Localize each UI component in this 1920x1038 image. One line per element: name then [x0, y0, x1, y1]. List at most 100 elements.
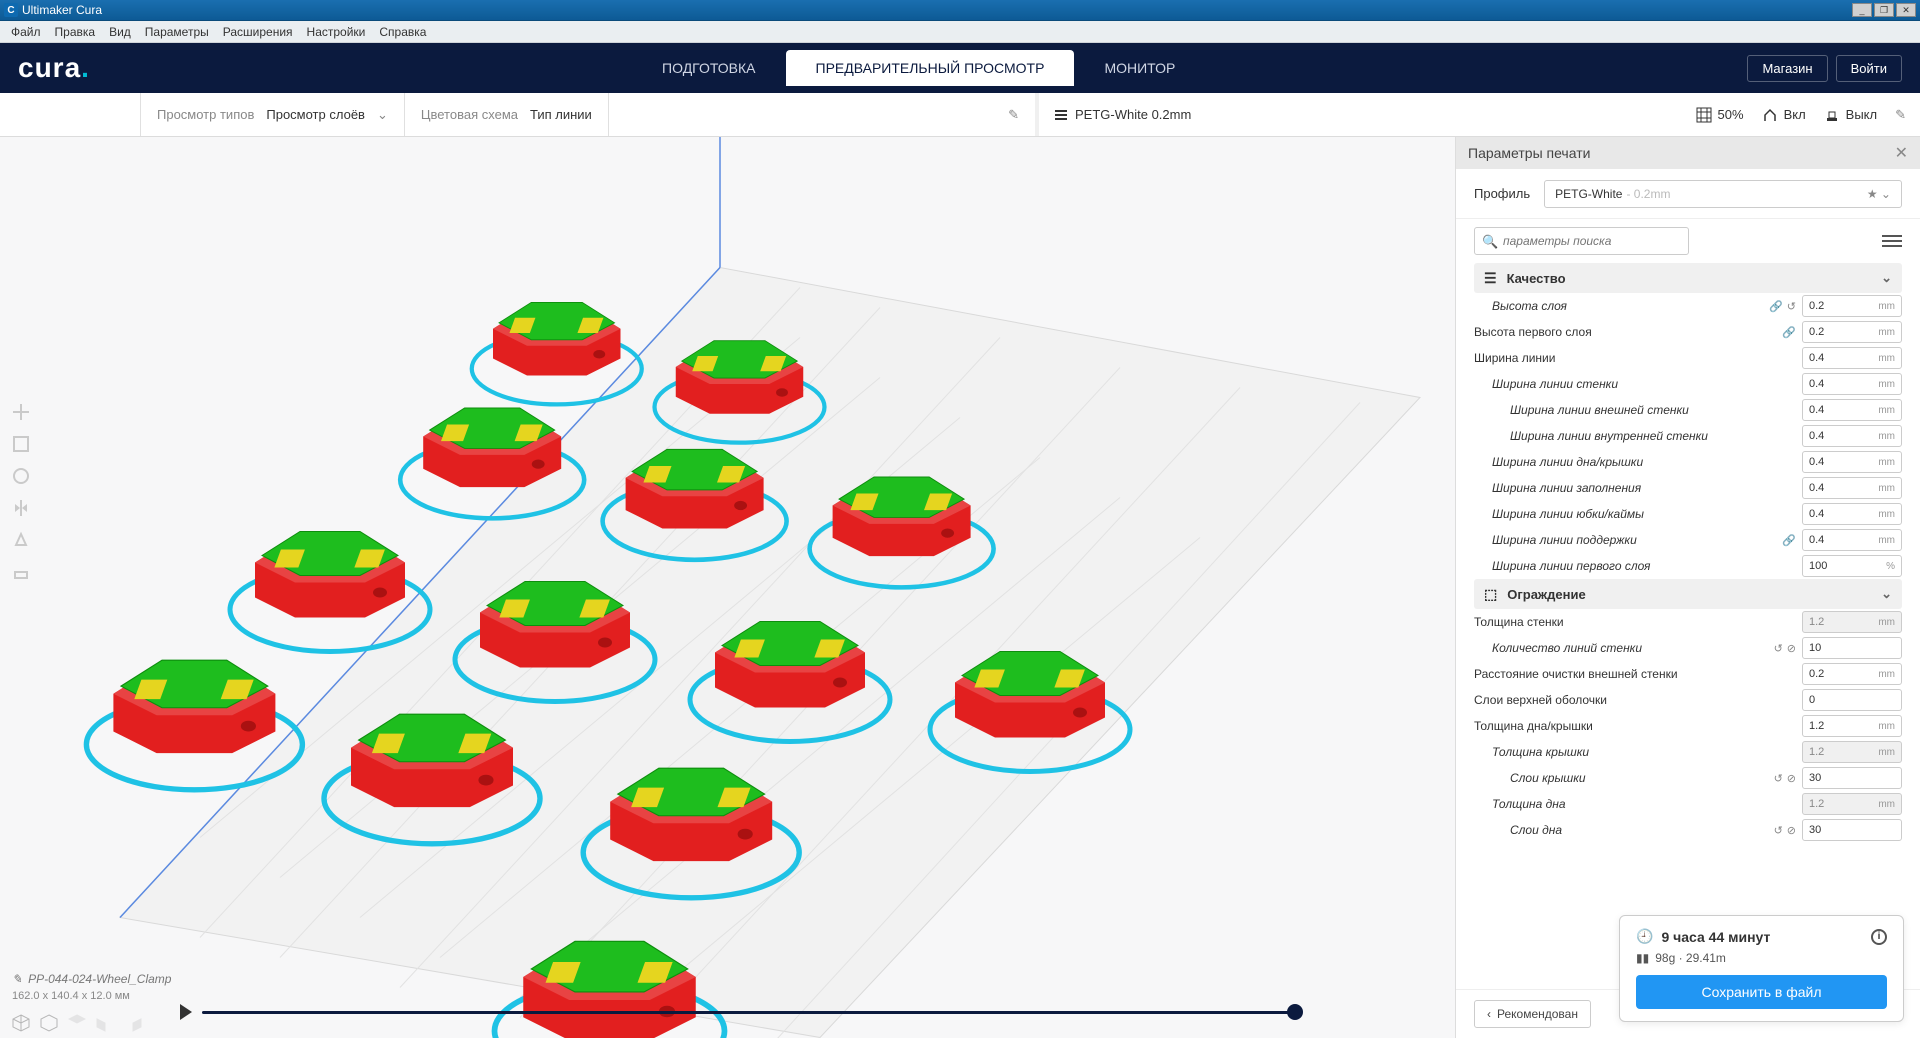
adhesion-display[interactable]: Выкл [1824, 107, 1877, 123]
setting-topbottom-line-width: Ширина линии дна/крышки0.4mm [1474, 449, 1902, 475]
bottom-layers-input[interactable]: 30 [1802, 819, 1902, 841]
timeline-track[interactable] [202, 1011, 1295, 1014]
support-icon [1762, 107, 1778, 123]
timeline-thumb[interactable] [1287, 1004, 1303, 1020]
view-left-icon[interactable] [96, 1014, 114, 1032]
reset-icon[interactable]: ↺ [1774, 772, 1783, 785]
menu-extensions[interactable]: Расширения [216, 25, 300, 39]
reset-icon[interactable]: ↺ [1774, 642, 1783, 655]
setting-outer-wall-line-width: Ширина линии внешней стенки0.4mm [1474, 397, 1902, 423]
outer-wall-line-width-input[interactable]: 0.4mm [1802, 399, 1902, 421]
recommended-button[interactable]: ‹Рекомендован [1474, 1000, 1591, 1028]
tool-mirror[interactable] [6, 493, 36, 523]
topbottom-line-width-input[interactable]: 0.4mm [1802, 451, 1902, 473]
action-panel: 🕘 9 часа 44 минут i ▮▮ 98g · 29.41m Сохр… [1619, 915, 1904, 1022]
tool-rotate[interactable] [6, 461, 36, 491]
edit-view-icon[interactable]: ✎ [992, 107, 1035, 123]
link-icon[interactable]: 🔗 [1769, 300, 1783, 313]
menu-preferences[interactable]: Настройки [300, 25, 373, 39]
setting-top-surface-layers: Слои верхней оболочки0 [1474, 687, 1902, 713]
infill-line-width-input[interactable]: 0.4mm [1802, 477, 1902, 499]
simulation-timeline[interactable] [180, 1002, 1295, 1022]
view-type-selector[interactable]: Просмотр типов Просмотр слоёв ⌄ [140, 93, 405, 136]
play-icon[interactable] [180, 1004, 192, 1020]
settings-search-input[interactable] [1474, 227, 1689, 255]
walls-icon: ⬚ [1484, 586, 1497, 603]
menu-settings[interactable]: Параметры [138, 25, 216, 39]
tab-prepare[interactable]: ПОДГОТОВКА [632, 50, 785, 86]
maximize-button[interactable]: ❐ [1874, 3, 1894, 17]
topbottom-thickness-input[interactable]: 1.2mm [1802, 715, 1902, 737]
layer-height-input[interactable]: 0.2mm [1802, 295, 1902, 317]
first-layer-line-width-input[interactable]: 100% [1802, 555, 1902, 577]
line-width-input[interactable]: 0.4mm [1802, 347, 1902, 369]
setting-wall-line-width: Ширина линии стенки0.4mm [1474, 371, 1902, 397]
support-line-width-input[interactable]: 0.4mm [1802, 529, 1902, 551]
inner-wall-line-width-input[interactable]: 0.4mm [1802, 425, 1902, 447]
setting-top-thickness: Толщина крышки1.2mm [1474, 739, 1902, 765]
view-right-icon[interactable] [124, 1014, 142, 1032]
print-profile-display[interactable]: PETG-White 0.2mm [1053, 107, 1191, 123]
link-icon[interactable]: 🔗 [1782, 534, 1796, 547]
skirt-line-width-input[interactable]: 0.4mm [1802, 503, 1902, 525]
top-thickness-input[interactable]: 1.2mm [1802, 741, 1902, 763]
menubar: Файл Правка Вид Параметры Расширения Нас… [0, 21, 1920, 43]
support-display[interactable]: Вкл [1762, 107, 1806, 123]
setting-top-layers: Слои крышки↺⊘30 [1474, 765, 1902, 791]
menu-file[interactable]: Файл [4, 25, 48, 39]
wall-thickness-input[interactable]: 1.2mm [1802, 611, 1902, 633]
view-front-icon[interactable] [40, 1014, 58, 1032]
outer-wall-wipe-input[interactable]: 0.2mm [1802, 663, 1902, 685]
view-iso-icon[interactable] [12, 1014, 30, 1032]
setting-bottom-layers: Слои дна↺⊘30 [1474, 817, 1902, 843]
wall-line-width-input[interactable]: 0.4mm [1802, 373, 1902, 395]
info-icon[interactable]: i [1871, 929, 1887, 945]
app-header: cura. ПОДГОТОВКА ПРЕДВАРИТЕЛЬНЫЙ ПРОСМОТ… [0, 43, 1920, 93]
marketplace-button[interactable]: Магазин [1747, 55, 1827, 82]
color-scheme-selector[interactable]: Цветовая схема Тип линии [405, 93, 609, 136]
first-layer-height-input[interactable]: 0.2mm [1802, 321, 1902, 343]
menu-help[interactable]: Справка [372, 25, 433, 39]
viewport-3d[interactable]: ✎PP-044-024-Wheel_Clamp 162.0 x 140.4 x … [0, 137, 1455, 1038]
adhesion-icon [1824, 107, 1840, 123]
top-layers-input[interactable]: 30 [1802, 767, 1902, 789]
window-title: Ultimaker Cura [22, 3, 102, 17]
menu-view[interactable]: Вид [102, 25, 138, 39]
settings-visibility-icon[interactable] [1882, 231, 1902, 251]
clock-icon: 🕘 [1636, 928, 1653, 945]
save-to-file-button[interactable]: Сохранить в файл [1636, 975, 1887, 1009]
category-walls[interactable]: ⬚Ограждение⌄ [1474, 579, 1902, 609]
tab-preview[interactable]: ПРЕДВАРИТЕЛЬНЫЙ ПРОСМОТР [786, 50, 1075, 86]
view-top-icon[interactable] [68, 1014, 86, 1032]
formula-icon[interactable]: ⊘ [1787, 772, 1796, 785]
link-icon[interactable]: 🔗 [1782, 326, 1796, 339]
reset-icon[interactable]: ↺ [1774, 824, 1783, 837]
formula-icon[interactable]: ⊘ [1787, 824, 1796, 837]
wall-line-count-input[interactable]: 10 [1802, 637, 1902, 659]
minimize-button[interactable]: _ [1852, 3, 1872, 17]
chevron-down-icon: ⌄ [377, 107, 388, 123]
profile-selector[interactable]: PETG-White - 0.2mm ★ ⌄ [1544, 180, 1902, 208]
object-name: PP-044-024-Wheel_Clamp [28, 972, 171, 986]
menu-edit[interactable]: Правка [48, 25, 103, 39]
chevron-down-icon: ⌄ [1881, 270, 1892, 286]
infill-display[interactable]: 50% [1696, 107, 1744, 123]
tool-mesh[interactable] [6, 525, 36, 555]
panel-close-icon[interactable]: ✕ [1895, 143, 1908, 163]
category-quality[interactable]: ☰Качество⌄ [1474, 263, 1902, 293]
formula-icon[interactable]: ⊘ [1787, 642, 1796, 655]
tool-support[interactable] [6, 557, 36, 587]
chevron-left-icon: ‹ [1487, 1007, 1491, 1021]
tool-move[interactable] [6, 397, 36, 427]
top-surface-layers-input[interactable]: 0 [1802, 689, 1902, 711]
chevron-down-icon: ⌄ [1881, 586, 1892, 602]
settings-list[interactable]: ☰Качество⌄ Высота слоя🔗↺0.2mm Высота пер… [1456, 263, 1920, 989]
setting-bottom-thickness: Толщина дна1.2mm [1474, 791, 1902, 817]
tool-scale[interactable] [6, 429, 36, 459]
signin-button[interactable]: Войти [1836, 55, 1902, 82]
bottom-thickness-input[interactable]: 1.2mm [1802, 793, 1902, 815]
tab-monitor[interactable]: МОНИТОР [1074, 50, 1205, 86]
reset-icon[interactable]: ↺ [1787, 300, 1796, 313]
edit-print-settings-icon[interactable]: ✎ [1895, 107, 1906, 123]
close-button[interactable]: ✕ [1896, 3, 1916, 17]
